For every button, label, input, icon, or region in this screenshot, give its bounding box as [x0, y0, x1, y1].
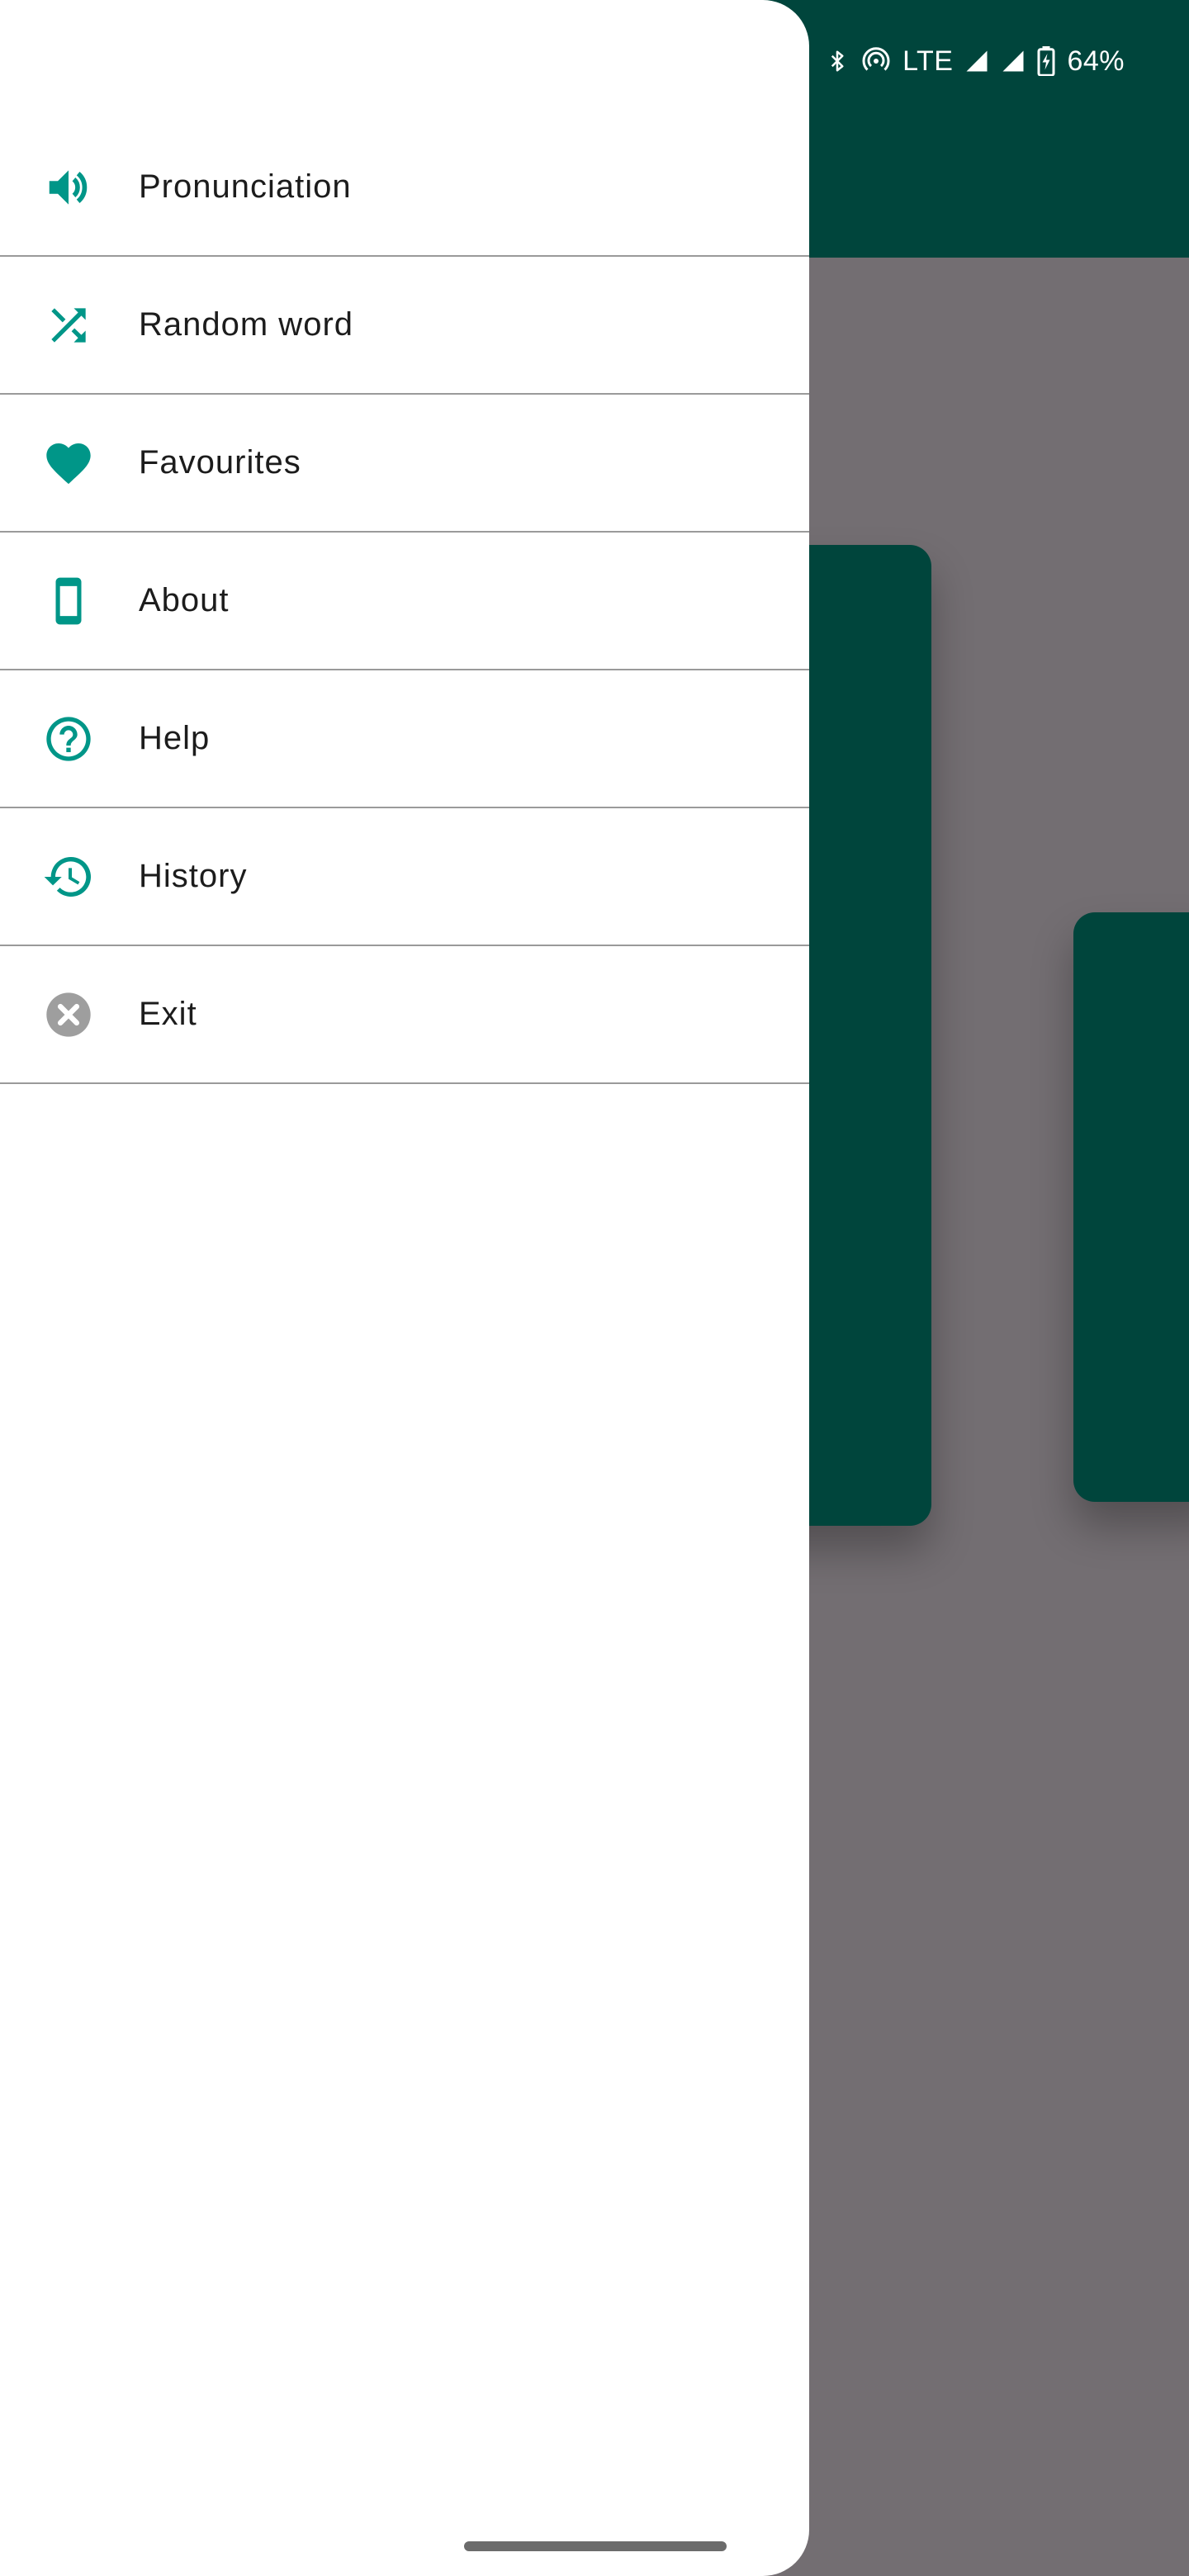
navigation-drawer: Pronunciation Random word Favourites Abo…	[0, 0, 809, 2576]
menu-item-random-word[interactable]: Random word	[0, 257, 809, 395]
status-bar: LTE 64%	[825, 36, 1125, 86]
word-card-next	[1073, 912, 1189, 1502]
drawer-menu: Pronunciation Random word Favourites Abo…	[0, 119, 809, 1084]
menu-item-favourites[interactable]: Favourites	[0, 395, 809, 533]
close-circle-icon	[41, 987, 96, 1042]
bluetooth-icon	[825, 47, 850, 75]
signal-icon	[964, 48, 989, 74]
menu-item-label: Pronunciation	[139, 168, 352, 205]
battery-level: 64%	[1067, 45, 1125, 77]
menu-item-help[interactable]: Help	[0, 670, 809, 808]
gesture-nav-handle[interactable]	[464, 2541, 727, 2551]
speaker-icon	[41, 160, 96, 215]
heart-icon	[41, 436, 96, 490]
menu-item-label: Favourites	[139, 444, 301, 481]
menu-item-label: Exit	[139, 996, 197, 1032]
menu-item-label: About	[139, 582, 230, 618]
menu-item-label: History	[139, 858, 248, 894]
menu-item-pronunciation[interactable]: Pronunciation	[0, 119, 809, 257]
menu-item-about[interactable]: About	[0, 533, 809, 670]
shuffle-icon	[41, 298, 96, 353]
history-icon	[41, 850, 96, 904]
menu-item-label: Random word	[139, 306, 354, 343]
menu-item-history[interactable]: History	[0, 808, 809, 946]
help-circle-icon	[41, 712, 96, 766]
hotspot-icon	[861, 46, 891, 76]
signal-icon-2	[1001, 48, 1026, 74]
network-type: LTE	[902, 45, 954, 77]
menu-item-label: Help	[139, 720, 211, 756]
phone-icon	[41, 574, 96, 628]
menu-item-exit[interactable]: Exit	[0, 946, 809, 1084]
battery-charging-icon	[1037, 46, 1055, 76]
